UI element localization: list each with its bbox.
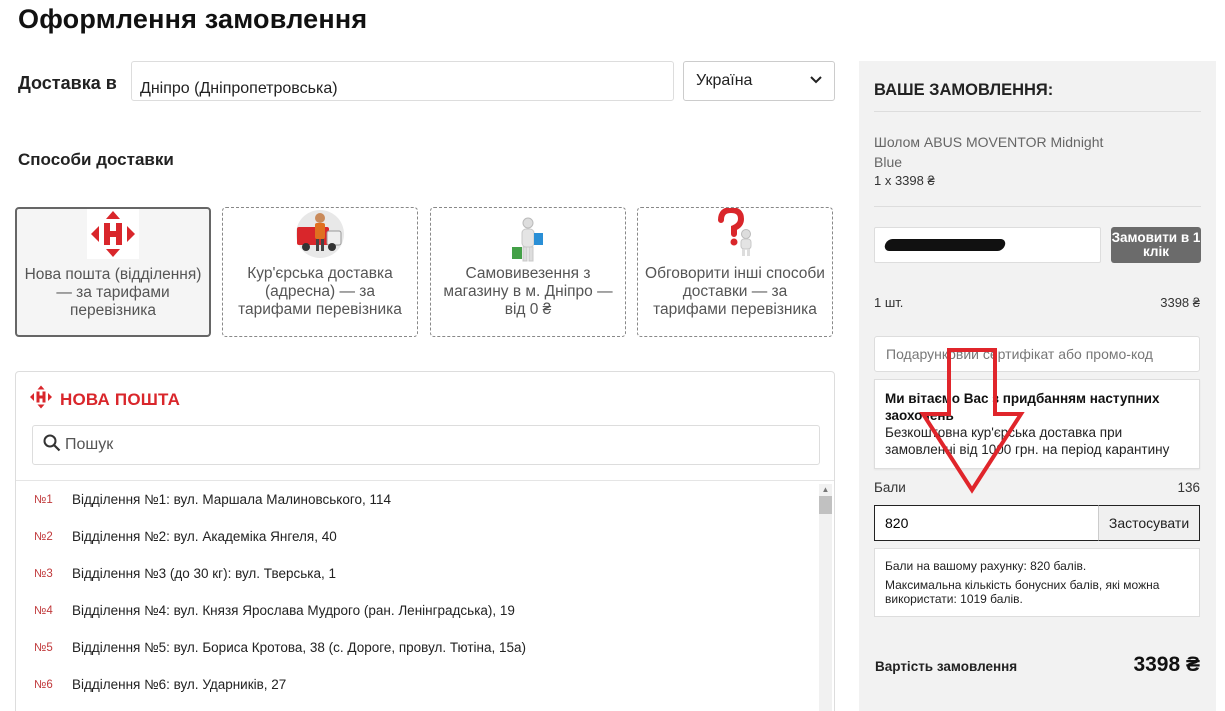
divider <box>874 111 1201 112</box>
page-title: Оформлення замовлення <box>18 4 368 34</box>
question-person-icon <box>713 208 757 261</box>
country-select-value: Україна <box>696 72 753 89</box>
search-icon <box>43 434 61 457</box>
promo-code-input[interactable] <box>874 336 1200 372</box>
scrollbar-thumb[interactable] <box>819 496 832 514</box>
bonus-text: Безкоштовна кур'єрська доставка при замо… <box>885 425 1170 457</box>
branch-address: Відділення №5: вул. Бориса Кротова, 38 (… <box>72 640 527 655</box>
nova-poshta-logo-text: НОВА ПОШТА <box>60 389 181 409</box>
method-other[interactable]: Обговорити інші способи доставки — за та… <box>637 207 833 337</box>
branch-search[interactable] <box>32 425 820 465</box>
branch-item-4[interactable]: №4 Відділення №4: вул. Князя Ярослава Муд… <box>16 592 816 629</box>
method-courier[interactable]: Кур'єрська доставка (адресна) — за тариф… <box>222 207 418 337</box>
branch-number: №1 <box>34 493 53 506</box>
redaction-scribble <box>883 239 1007 251</box>
product-qty: 1 x 3398 ₴ <box>874 173 935 188</box>
branch-number: №2 <box>34 530 53 543</box>
branch-number: №5 <box>34 641 53 654</box>
bonus-title: Ми вітаємо Вас з придбанням наступних за… <box>885 391 1160 423</box>
country-select[interactable]: Україна <box>683 61 835 101</box>
method-pickup[interactable]: Самовивезення з магазину в м. Дніпро — в… <box>430 207 626 337</box>
branch-address: Відділення №4: вул. Князя Ярослава Мудро… <box>72 603 515 618</box>
method-label: Нова пошта (відділення) — за тарифами пе… <box>24 266 202 319</box>
nova-poshta-branch-picker: НОВА ПОШТА №1 Відділення №1: вул. Маршала… <box>15 371 835 711</box>
divider <box>874 206 1201 207</box>
branch-search-input[interactable] <box>65 436 765 454</box>
branch-number: №6 <box>34 678 53 691</box>
branch-address: Відділення №3 (до 30 кг): вул. Тверська,… <box>72 566 336 581</box>
city-input[interactable] <box>131 61 674 101</box>
branch-address: Відділення №1: вул. Маршала Малиновськог… <box>72 492 392 507</box>
nova-poshta-logo-icon <box>87 209 139 264</box>
balance-line: Максимальна кількість бонусних балів, як… <box>885 578 1160 606</box>
chevron-down-icon <box>810 75 822 87</box>
delivery-methods: Нова пошта (відділення) — за тарифами пе… <box>15 207 835 337</box>
branch-item-6[interactable]: №6 Відділення №6: вул. Ударників, 27 <box>16 666 816 703</box>
branch-list-scrollbar[interactable]: ▲ <box>819 484 832 711</box>
method-label: Обговорити інші способи доставки — за та… <box>645 265 825 318</box>
courier-icon <box>294 209 346 264</box>
points-label: Бали <box>874 480 906 495</box>
branch-address: Відділення №2: вул. Академіка Янгеля, 40 <box>72 529 337 544</box>
branch-address: Відділення №6: вул. Ударників, 27 <box>72 677 287 692</box>
points-value: 136 <box>1177 480 1200 495</box>
nova-poshta-logo: НОВА ПОШТА <box>28 384 180 415</box>
branch-list: №1 Відділення №1: вул. Маршала Малиновськ… <box>16 481 816 703</box>
method-nova-poshta[interactable]: Нова пошта (відділення) — за тарифами пе… <box>15 207 211 337</box>
order-title: ВАШЕ ЗАМОВЛЕННЯ: <box>874 81 1054 99</box>
product-name: Шолом ABUS MOVENTOR Midnight Blue <box>874 134 1104 170</box>
summary-qty: 1 шт. <box>874 295 904 310</box>
scroll-up-icon[interactable]: ▲ <box>819 484 832 496</box>
nova-poshta-logo-icon <box>28 384 54 415</box>
branch-item-1[interactable]: №1 Відділення №1: вул. Маршала Малиновськ… <box>16 481 816 518</box>
pickup-person-icon <box>508 217 548 270</box>
points-balance-info: Бали на вашому рахунку: 820 балів. Макси… <box>874 548 1200 617</box>
branch-item-2[interactable]: №2 Відділення №2: вул. Академіка Янгеля, … <box>16 518 816 555</box>
method-label: Самовивезення з магазину в м. Дніпро — в… <box>443 265 613 318</box>
total-value: 3398 ₴ <box>1133 653 1200 676</box>
bonus-notice: Ми вітаємо Вас з придбанням наступних за… <box>874 379 1200 469</box>
delivery-methods-title: Способи доставки <box>18 150 174 169</box>
order-summary: ВАШЕ ЗАМОВЛЕННЯ: Шолом ABUS MOVENTOR Mid… <box>859 61 1216 711</box>
method-label: Кур'єрська доставка (адресна) — за тариф… <box>238 265 402 318</box>
balance-line: Бали на вашому рахунку: 820 балів. <box>885 559 1087 573</box>
points-input[interactable] <box>874 505 1099 541</box>
branch-item-3[interactable]: №3 Відділення №3 (до 30 кг): вул. Тверськ… <box>16 555 816 592</box>
apply-points-button[interactable]: Застосувати <box>1098 505 1200 541</box>
branch-number: №3 <box>34 567 53 580</box>
delivery-label: Доставка в <box>18 73 117 93</box>
total-label: Вартість замовлення <box>875 659 1018 674</box>
branch-item-5[interactable]: №5 Відділення №5: вул. Бориса Кротова, 38… <box>16 629 816 666</box>
one-click-order-button[interactable]: Замовити в 1 клік <box>1111 227 1201 263</box>
branch-number: №4 <box>34 604 53 617</box>
summary-price: 3398 ₴ <box>1160 295 1200 310</box>
